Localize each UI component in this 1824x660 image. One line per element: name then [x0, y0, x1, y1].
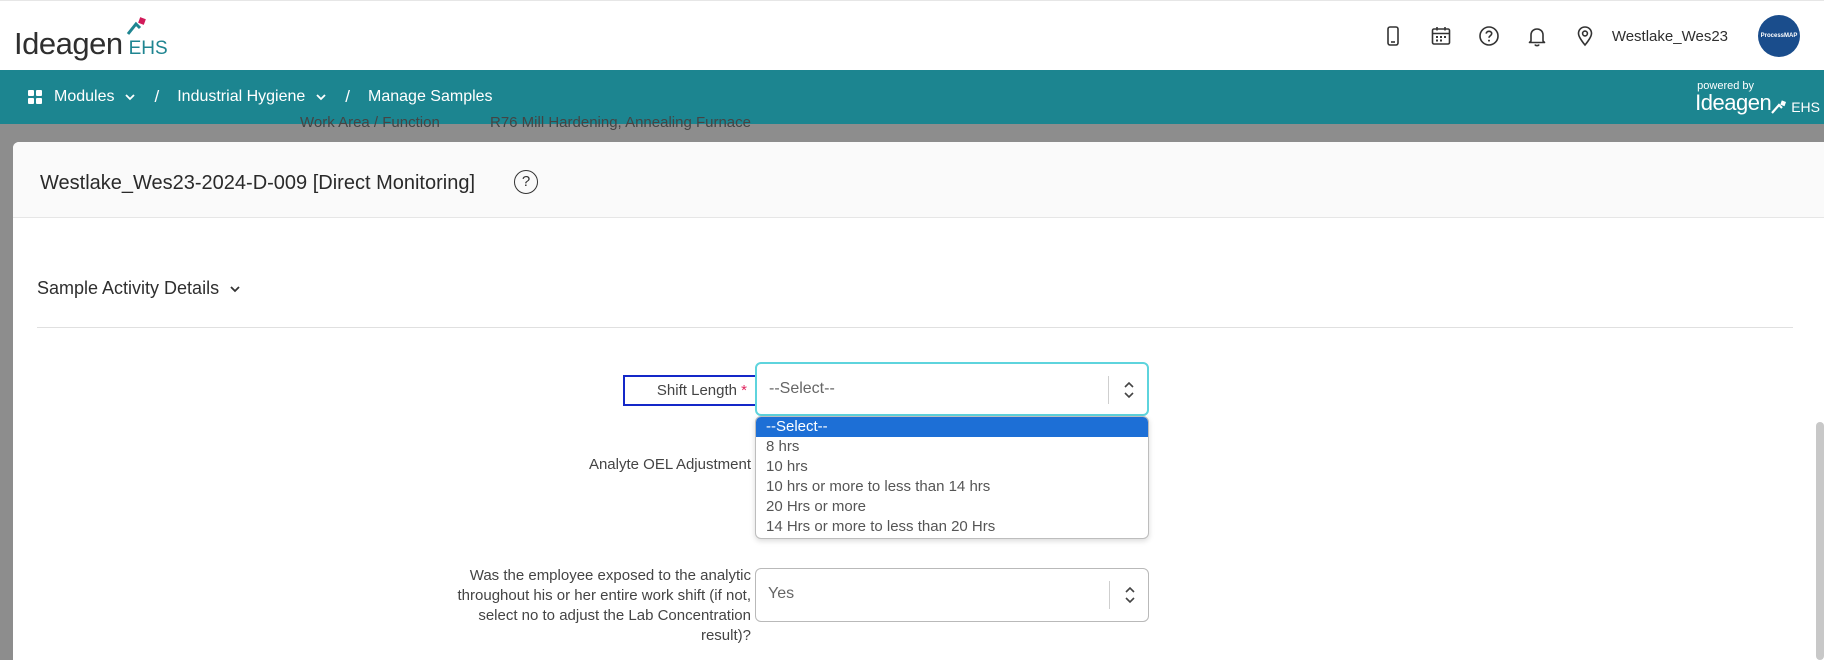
ideagen-logo[interactable]: Ideagen EHS: [14, 17, 168, 61]
dropdown-option[interactable]: 20 Hrs or more: [756, 497, 1148, 517]
help-icon[interactable]: ?: [514, 170, 538, 194]
top-header: Ideagen EHS Westlake_Wes23 ProcessMAP: [0, 0, 1824, 70]
oel-adjustment-label: Analyte OEL Adjustment: [588, 456, 751, 473]
module-nav-bar: Modules / Industrial Hygiene / Manage Sa…: [0, 70, 1824, 124]
background-field-label: Work Area / Function: [300, 114, 440, 131]
required-marker: *: [741, 382, 747, 399]
modal-scrollbar[interactable]: [1816, 422, 1824, 660]
sample-modal: Westlake_Wes23-2024-D-009 [Direct Monito…: [13, 142, 1824, 660]
dropdown-option[interactable]: 8 hrs: [756, 437, 1148, 457]
nav-module-label: Industrial Hygiene: [177, 88, 306, 105]
background-field-value: R76 Mill Hardening, Annealing Furnace: [490, 114, 751, 131]
shift-length-select[interactable]: --Select--: [755, 362, 1149, 416]
bell-icon[interactable]: [1526, 25, 1548, 47]
powered-by-logo: powered by Ideagen EHS: [1695, 80, 1820, 114]
breadcrumb-separator: /: [345, 87, 351, 106]
powered-logo-mark: Ideagen EHS: [1695, 90, 1820, 115]
modal-title: Westlake_Wes23-2024-D-009 [Direct Monito…: [40, 172, 476, 194]
chevron-down-icon: [125, 94, 136, 101]
dropdown-option[interactable]: 10 hrs or more to less than 14 hrs: [756, 477, 1148, 497]
exposed-entire-shift-label: Was the employee exposed to the analytic…: [457, 567, 751, 644]
breadcrumb-separator: /: [154, 87, 160, 106]
chevron-down-icon: [316, 94, 326, 101]
nav-manage-samples[interactable]: Manage Samples: [368, 88, 493, 106]
calendar-icon[interactable]: [1430, 25, 1452, 47]
dropdown-option[interactable]: --Select--: [756, 417, 1148, 437]
shift-length-label-text: Shift Length: [656, 382, 737, 399]
nav-industrial-hygiene[interactable]: Industrial Hygiene: [177, 88, 327, 106]
logo-mark-icon: [1771, 100, 1787, 114]
select-divider: [1109, 581, 1110, 609]
select-divider: [1108, 376, 1109, 404]
help-icon[interactable]: [1478, 25, 1500, 47]
section-title-label: Sample Activity Details: [37, 278, 220, 298]
shift-length-options: --Select-- 8 hrs 10 hrs 10 hrs or more t…: [755, 416, 1149, 539]
modal-header: Westlake_Wes23-2024-D-009 [Direct Monito…: [13, 142, 1824, 218]
section-sample-activity-details[interactable]: Sample Activity Details: [37, 278, 241, 299]
dropdown-option[interactable]: 10 hrs: [756, 457, 1148, 477]
chevron-down-icon: [230, 285, 240, 292]
powered-ehs: EHS: [1791, 99, 1820, 115]
nav-modules[interactable]: Modules: [54, 88, 136, 106]
select-arrows-icon: [1125, 586, 1135, 604]
logo-mark-icon: [126, 17, 146, 35]
modules-grid-icon[interactable]: [28, 90, 42, 104]
exposed-value: Yes: [768, 585, 795, 602]
site-selector[interactable]: Westlake_Wes23: [1612, 28, 1728, 45]
location-pin-icon[interactable]: [1574, 25, 1596, 47]
avatar[interactable]: ProcessMAP: [1758, 15, 1800, 57]
nav-modules-label: Modules: [54, 88, 115, 105]
select-arrows-icon: [1124, 381, 1134, 399]
logo-ehs: EHS: [128, 38, 168, 59]
exposed-entire-shift-select[interactable]: Yes: [755, 568, 1149, 622]
shift-length-label: Shift Length *: [623, 375, 757, 406]
logo-wordmark: Ideagen: [14, 26, 123, 61]
mobile-icon[interactable]: [1382, 25, 1404, 47]
top-actions: Westlake_Wes23 ProcessMAP: [1356, 1, 1824, 71]
section-divider: [37, 327, 1793, 328]
dropdown-option[interactable]: 14 Hrs or more to less than 20 Hrs: [756, 517, 1148, 537]
powered-brand: Ideagen: [1695, 90, 1772, 115]
shift-length-value: --Select--: [769, 380, 835, 397]
